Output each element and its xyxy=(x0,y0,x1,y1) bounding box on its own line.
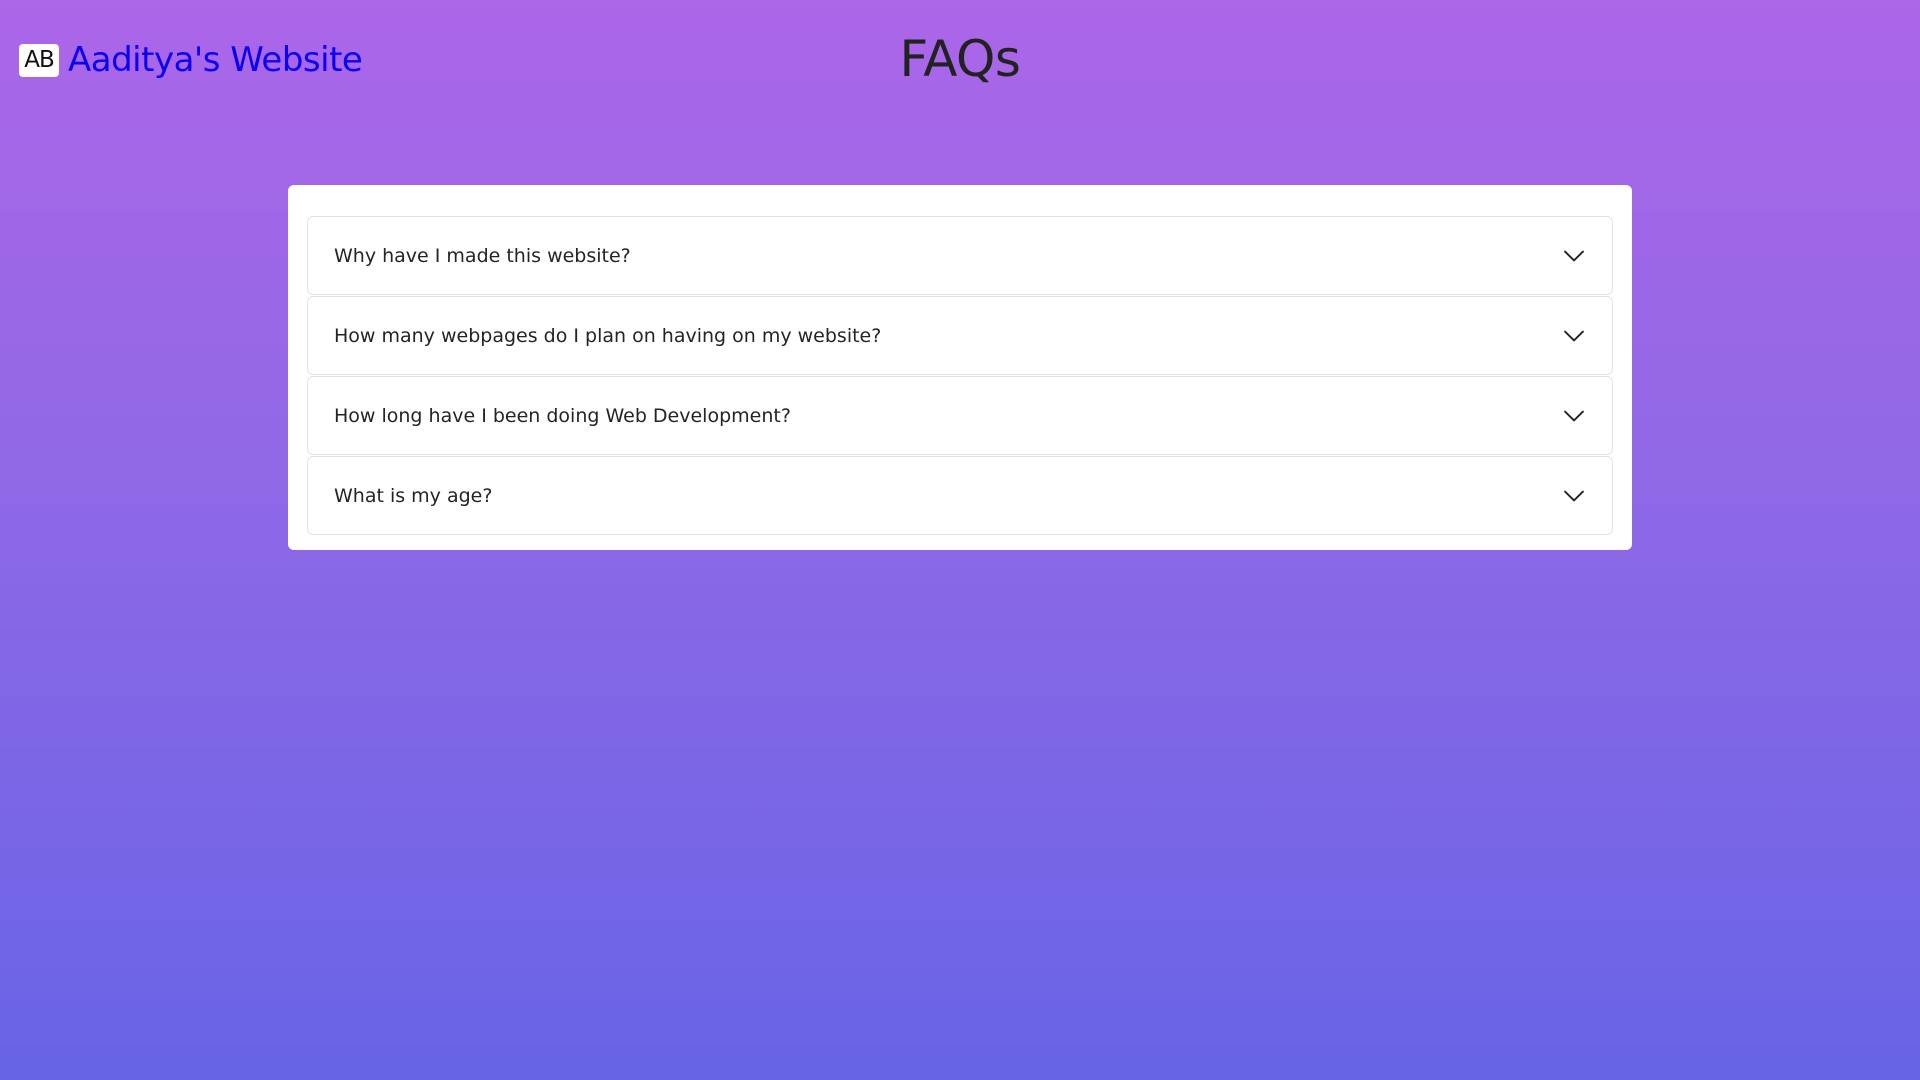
faq-question: Why have I made this website? xyxy=(334,244,631,267)
faq-question: What is my age? xyxy=(334,484,493,507)
faq-item-age[interactable]: What is my age? xyxy=(307,456,1613,535)
page-title: FAQs xyxy=(899,30,1021,88)
faq-item-why-website[interactable]: Why have I made this website? xyxy=(307,216,1613,295)
chevron-down-icon xyxy=(1562,324,1586,348)
faq-item-web-dev-duration[interactable]: How long have I been doing Web Developme… xyxy=(307,376,1613,455)
faq-item-webpages-plan[interactable]: How many webpages do I plan on having on… xyxy=(307,296,1613,375)
chevron-down-icon xyxy=(1562,484,1586,508)
faq-accordion: Why have I made this website? How many w… xyxy=(307,216,1613,536)
chevron-down-icon xyxy=(1562,244,1586,268)
faq-question: How many webpages do I plan on having on… xyxy=(334,324,882,347)
chevron-down-icon xyxy=(1562,404,1586,428)
faq-question: How long have I been doing Web Developme… xyxy=(334,404,791,427)
faq-card: Why have I made this website? How many w… xyxy=(288,185,1632,550)
